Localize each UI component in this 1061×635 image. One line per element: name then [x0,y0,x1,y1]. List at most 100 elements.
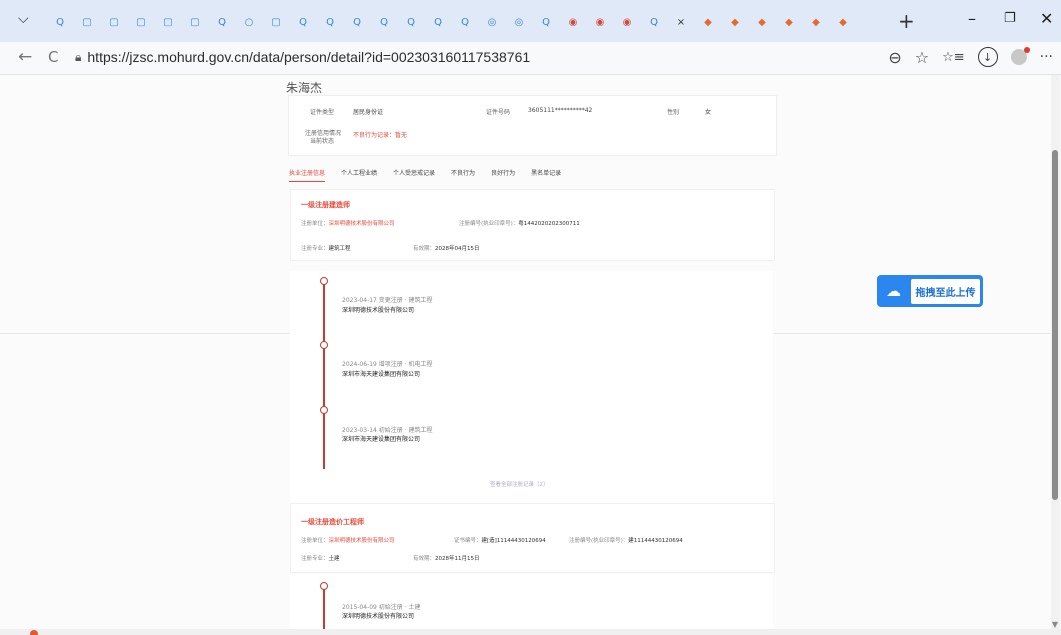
subtab-bar: 执业注册信息 个人工程业绩 个人受惩戒记录 不良行为 良好行为 黑名单记录 [289,168,561,182]
person-name: 朱海杰 [286,81,323,95]
more-menu-icon[interactable]: ··· [1040,49,1053,65]
major-field: 注册专业：建筑工程 [301,244,351,252]
browser-tab[interactable]: ○ [237,15,261,29]
registration-card-constructor: 一级注册建造师 注册单位：深圳明德技术股份有限公司 注册编号(执业印章号)：粤1… [290,189,775,261]
browser-tab[interactable]: Q [426,15,450,29]
cert-field: 注册编号(执业印章号)：粤1442020202300711 [459,219,580,227]
browser-tab[interactable]: ▢ [183,15,207,29]
browser-tab[interactable]: Q [318,15,342,29]
favorites-icon[interactable]: ☆≡ [942,50,965,65]
cert-value: 建[造]11144430120694 [481,538,546,544]
browser-tab[interactable]: Q [291,15,315,29]
minimize-button[interactable]: – [968,9,976,28]
app-icon [30,630,38,635]
timeline-dot [320,277,328,285]
scrollbar-thumb[interactable] [1052,150,1058,500]
id-type-label: 证件类型 [310,109,335,116]
cert-label: 注册编号(执业印章号)： [459,221,519,227]
drag-upload-button[interactable]: ☁ 拖拽至此上传 [877,275,983,307]
timeline-date: 2015-04-09 初始注册 · 土建 [342,604,421,611]
registration-timeline: 2023-04-17 变更注册 · 建筑工程 深圳明德技术股份有限公司 2024… [290,271,773,503]
scroll-down-arrow[interactable]: ▼ [1052,620,1058,629]
browser-tab[interactable]: ◆ [750,15,774,29]
cert-field: 证书编号：建[造]11144430120694 [454,536,546,544]
tab-menu-icon[interactable]: ⌵ [18,11,29,27]
back-button[interactable]: ← [18,47,32,67]
tab-projects[interactable]: 个人工程业绩 [341,168,377,182]
person-info-card: 证件类型 居民身份证 证件号码 3605111**********42 性别 女… [288,95,777,156]
restore-button[interactable]: ❐ [1004,11,1016,26]
timeline-date: 2024-06-19 增项注册 · 机电工程 [342,361,433,368]
browser-tab[interactable]: ▢ [75,15,99,29]
tab-penalties[interactable]: 个人受惩戒记录 [393,168,435,182]
unit-value[interactable]: 深圳明德技术股份有限公司 [329,221,395,227]
browser-tab[interactable]: ◆ [696,15,720,29]
registration-timeline-2: 2015-04-09 初始注册 · 土建 深圳明德技术股份有限公司 [290,574,773,629]
unit-label: 注册单位： [301,221,329,227]
credit-value: 不良行为记录：暂无 [353,132,408,139]
browser-tab[interactable]: ▢ [129,15,153,29]
valid-field: 有效期：2028年11月15日 [413,554,480,562]
seal-field: 注册编号(执业印章号)：建11144430120694 [569,536,683,544]
tab-strip: Q ▢ ▢ ▢ ▢ ▢ Q ○ ▢ Q Q Q Q Q Q Q ◎ ◎ Q ◉ ◉ ◉ Q × ◆ ◆ ◆ ◆ ◆ ◆ [48,13,908,31]
browser-tab[interactable]: Q [534,15,558,29]
browser-tab[interactable]: ◉ [588,15,612,29]
unit-label: 注册单位： [301,538,329,544]
download-icon[interactable]: ↓ [977,47,998,67]
star-icon[interactable]: ☆ [915,48,929,67]
browser-tab[interactable]: Q [372,15,396,29]
browser-tab[interactable]: ◉ [561,15,585,29]
timeline-company: 深圳明德技术股份有限公司 [342,307,415,314]
major-value: 土建 [328,556,340,562]
browser-tab[interactable]: Q [642,15,666,29]
new-tab-button[interactable]: + [898,9,915,33]
browser-tab[interactable]: Q [48,15,72,29]
close-window-button[interactable]: ✕ [1040,9,1053,28]
browser-tab[interactable]: ▢ [156,15,180,29]
browser-tab[interactable]: Q [399,15,423,29]
browser-tab[interactable]: ◆ [804,15,828,29]
zoom-icon[interactable]: ⊖ [888,48,901,67]
tab-good-records[interactable]: 良好行为 [491,168,515,182]
browser-tab[interactable]: ◆ [723,15,747,29]
url-text: https://jzsc.mohurd.gov.cn/data/person/d… [87,49,531,65]
major-label: 注册专业： [301,246,329,252]
timeline-date: 2023-04-17 变更注册 · 建筑工程 [342,297,433,304]
browser-tab[interactable]: ◎ [480,15,504,29]
tab-close-icon[interactable]: × [669,15,693,29]
tab-blacklist[interactable]: 黑名单记录 [531,168,561,182]
unit-value[interactable]: 深圳明德技术股份有限公司 [329,538,395,544]
credit-label-2: 当前状态 [310,138,335,145]
browser-tab[interactable]: ▢ [102,15,126,29]
reload-button[interactable]: C [48,48,58,66]
url-field[interactable]: 🔒︎ https://jzsc.mohurd.gov.cn/data/perso… [75,46,895,68]
timeline-dot [320,582,328,590]
gender-label: 性别 [667,109,680,116]
tab-bad-records[interactable]: 不良行为 [451,168,475,182]
browser-tab[interactable]: Q [210,15,234,29]
browser-tab-bar: ⌵ Q ▢ ▢ ▢ ▢ ▢ Q ○ ▢ Q Q Q Q Q Q Q ◎ ◎ Q ◉ ◉ ◉ Q × ◆ ◆ ◆ ◆ ◆ ◆ + – ❐ ✕ [0,0,1061,42]
valid-field: 有效期：2028年04月15日 [413,244,480,252]
browser-tab[interactable]: ◉ [615,15,639,29]
seal-value: 建11144430120694 [628,538,683,544]
page-content: 朱海杰 证件类型 居民身份证 证件号码 3605111**********42 … [0,75,1051,629]
tab-registration[interactable]: 执业注册信息 [289,168,326,182]
address-bar: ← C 🔒︎ https://jzsc.mohurd.gov.cn/data/p… [0,42,1061,75]
upload-label: 拖拽至此上传 [911,278,980,304]
id-type-value: 居民身份证 [353,109,384,116]
show-more-link[interactable]: 查看全部注册记录（2） [490,480,549,488]
id-no-label: 证件号码 [486,109,511,116]
browser-tab[interactable]: Q [453,15,477,29]
timeline-company: 深圳明德技术股份有限公司 [342,613,415,620]
profile-avatar[interactable] [1010,47,1030,65]
browser-tab[interactable]: ◆ [831,15,855,29]
browser-tab[interactable]: ◆ [777,15,801,29]
timeline-company: 深圳市海天建设集团有限公司 [342,436,421,443]
browser-tab[interactable]: Q [345,15,369,29]
browser-tab[interactable]: ▢ [264,15,288,29]
valid-label: 有效期： [413,246,436,252]
unit-field: 注册单位：深圳明德技术股份有限公司 [301,219,395,227]
timeline-date: 2023-03-14 初始注册 · 建筑工程 [342,427,433,434]
browser-tab[interactable]: ◎ [507,15,531,29]
page-scrollbar[interactable]: ▼ [1051,75,1059,629]
